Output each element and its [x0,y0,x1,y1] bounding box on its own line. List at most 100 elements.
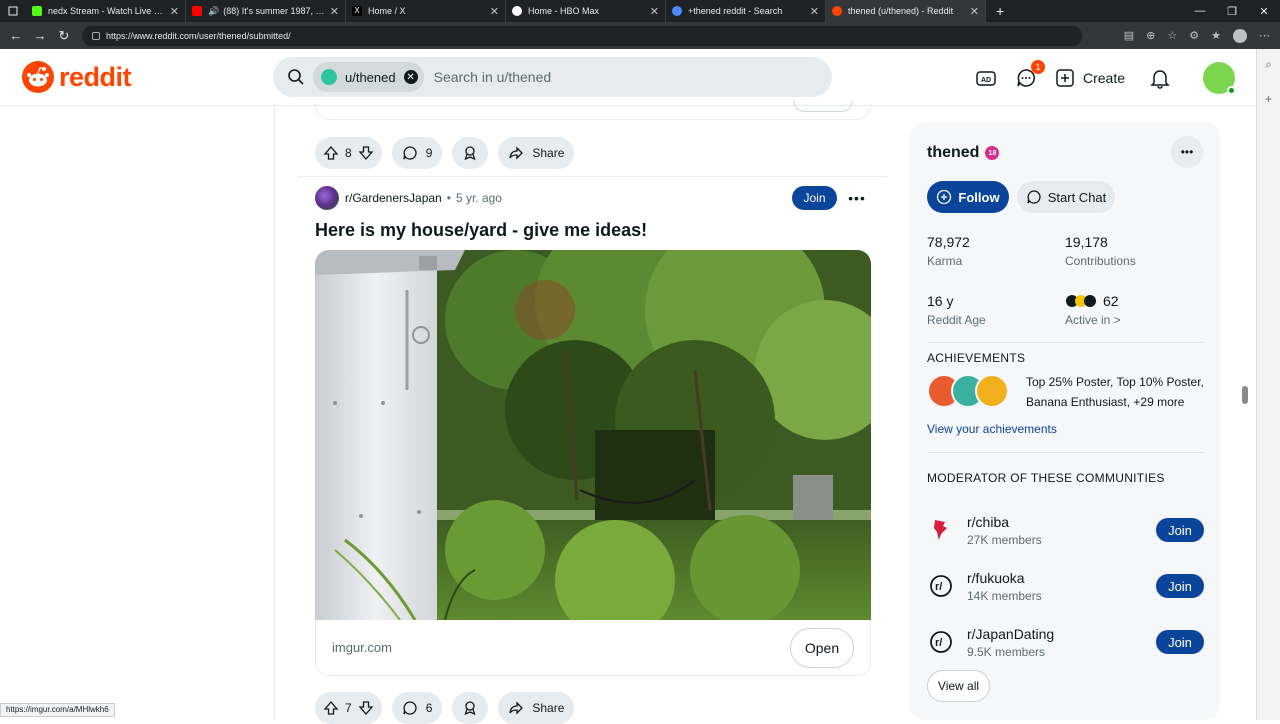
join-community-button[interactable]: Join [1156,518,1204,542]
join-community-button[interactable]: Join [1156,630,1204,654]
achievements-heading: ACHIEVEMENTS [927,351,1026,365]
svg-text:AD: AD [981,77,991,84]
post-title[interactable]: Here is my house/yard - give me ideas! [315,220,647,241]
zoom-icon[interactable]: ⊕ [1146,29,1155,42]
scrollbar-thumb[interactable] [1242,386,1248,404]
community-members: 9.5K members [967,644,1046,659]
reader-mode-icon[interactable]: ▤ [1124,29,1134,42]
back-icon[interactable]: ← [4,28,28,43]
community-name[interactable]: r/fukuoka [967,570,1042,586]
browser-profile-avatar[interactable] [1233,28,1247,43]
comments-button[interactable]: 9 [391,137,443,169]
view-achievements-link[interactable]: View your achievements [927,422,1057,436]
community-name[interactable]: r/JapanDating [967,626,1054,642]
close-tab-icon[interactable]: ✕ [330,5,339,18]
clear-scope-icon[interactable]: ✕ [403,70,418,84]
advertise-icon[interactable]: AD [975,67,997,89]
window-menu-icon[interactable] [0,0,26,22]
search-favicon-icon [672,6,682,16]
browser-tab-hbo[interactable]: Home - HBO Max ✕ [506,0,666,22]
site-info-icon[interactable] [92,31,100,40]
comments-button[interactable]: 6 [391,692,443,724]
search-bar[interactable]: u/thened ✕ Search in u/thened [273,57,832,97]
moderator-heading: MODERATOR OF THESE COMMUNITIES [927,471,1165,485]
reddit-age-stat: 16 y Reddit Age [927,293,986,327]
open-link-button[interactable]: Open [790,627,854,668]
join-subreddit-button[interactable]: Join [792,186,837,210]
rail-search-icon[interactable]: ⌕ [1265,57,1272,72]
comment-count: 9 [425,146,433,160]
user-avatar[interactable] [1203,61,1237,95]
favorites-icon[interactable]: ★ [1211,29,1221,42]
vote-count: 8 [345,146,352,160]
active-in-value: 62 [1065,293,1121,309]
user-chip-avatar [321,69,337,85]
default-community-icon: r/ [927,572,955,600]
award-button[interactable] [452,692,489,724]
tab-title: nedx Stream - Watch Live on Kick [48,6,166,16]
join-community-button[interactable]: Join [1156,574,1204,598]
achievement-badges[interactable] [927,374,1009,408]
extensions-icon[interactable]: ⚙ [1189,29,1199,42]
rail-add-icon[interactable]: + [1265,92,1272,106]
browser-menu-icon[interactable]: ⋯ [1259,29,1270,42]
url-field[interactable]: https://www.reddit.com/user/thened/submi… [82,25,1082,46]
audio-playing-icon[interactable]: 🔊 [208,6,219,17]
close-tab-icon[interactable]: ✕ [810,5,819,18]
follow-button[interactable]: Follow [927,181,1009,213]
community-info: r/chiba 27K members [967,514,1042,547]
award-icon [462,700,478,716]
community-name[interactable]: r/chiba [967,514,1042,530]
close-window-icon[interactable]: ✕ [1248,5,1280,18]
reload-icon[interactable]: ↻ [52,28,76,44]
profile-overflow-icon[interactable]: ••• [1171,136,1203,168]
vote-control: 7 [315,692,382,724]
community-members: 14K members [967,588,1042,603]
link-domain[interactable]: imgur.com [332,640,392,655]
favorite-star-icon[interactable]: ☆ [1167,29,1177,42]
close-tab-icon[interactable]: ✕ [490,5,499,18]
sidebar-divider [927,342,1204,343]
subreddit-icon[interactable] [315,186,339,210]
reddit-logo[interactable]: reddit [22,61,132,93]
active-in-stat[interactable]: 62 Active in > [1065,293,1121,327]
downvote-icon[interactable] [358,145,374,161]
forward-icon[interactable]: → [28,28,52,43]
close-tab-icon[interactable]: ✕ [170,5,179,18]
community-row-japandating[interactable]: r/ r/JapanDating 9.5K members Join [927,624,1204,660]
page-scrollbar[interactable] [1240,106,1252,720]
community-row-fukuoka[interactable]: r/ r/fukuoka 14K members Join [927,568,1204,604]
community-row-chiba[interactable]: r/chiba 27K members Join [927,512,1204,548]
browser-tab-x[interactable]: X Home / X ✕ [346,0,506,22]
upvote-icon[interactable] [323,700,339,716]
share-button[interactable]: Share [498,137,575,169]
post-image[interactable] [315,250,871,620]
search-scope-chip[interactable]: u/thened ✕ [313,62,424,92]
vote-count: 7 [345,701,352,715]
start-chat-label: Start Chat [1047,189,1107,205]
post-overflow-icon[interactable]: ••• [843,190,871,206]
post-age: 5 yr. ago [455,191,502,205]
search-input[interactable]: Search in u/thened [434,69,552,85]
close-tab-icon[interactable]: ✕ [970,5,979,18]
award-button[interactable] [452,137,489,169]
previous-open-button-edge[interactable] [793,100,853,112]
notifications-bell-icon[interactable] [1149,67,1171,89]
view-all-communities-button[interactable]: View all [927,670,990,702]
start-chat-button[interactable]: Start Chat [1017,181,1115,213]
new-tab-button[interactable]: + [986,3,1014,19]
left-nav-divider [274,106,275,720]
create-post-button[interactable]: Create [1055,68,1125,88]
restore-icon[interactable]: ❐ [1216,5,1248,18]
downvote-icon[interactable] [358,700,374,716]
share-button[interactable]: Share [498,692,575,724]
browser-tab-reddit[interactable]: thened (u/thened) - Reddit ✕ [826,0,986,22]
browser-tab-youtube[interactable]: 🔊 (88) It's summer 1987, you're ✕ [186,0,346,22]
subreddit-link[interactable]: r/GardenersJapan [345,191,442,205]
minimize-icon[interactable]: — [1184,5,1216,18]
browser-tab-search[interactable]: +thened reddit - Search ✕ [666,0,826,22]
upvote-icon[interactable] [323,145,339,161]
browser-tab-kick[interactable]: nedx Stream - Watch Live on Kick ✕ [26,0,186,22]
chat-icon[interactable]: 1 [1015,59,1045,89]
close-tab-icon[interactable]: ✕ [650,5,659,18]
